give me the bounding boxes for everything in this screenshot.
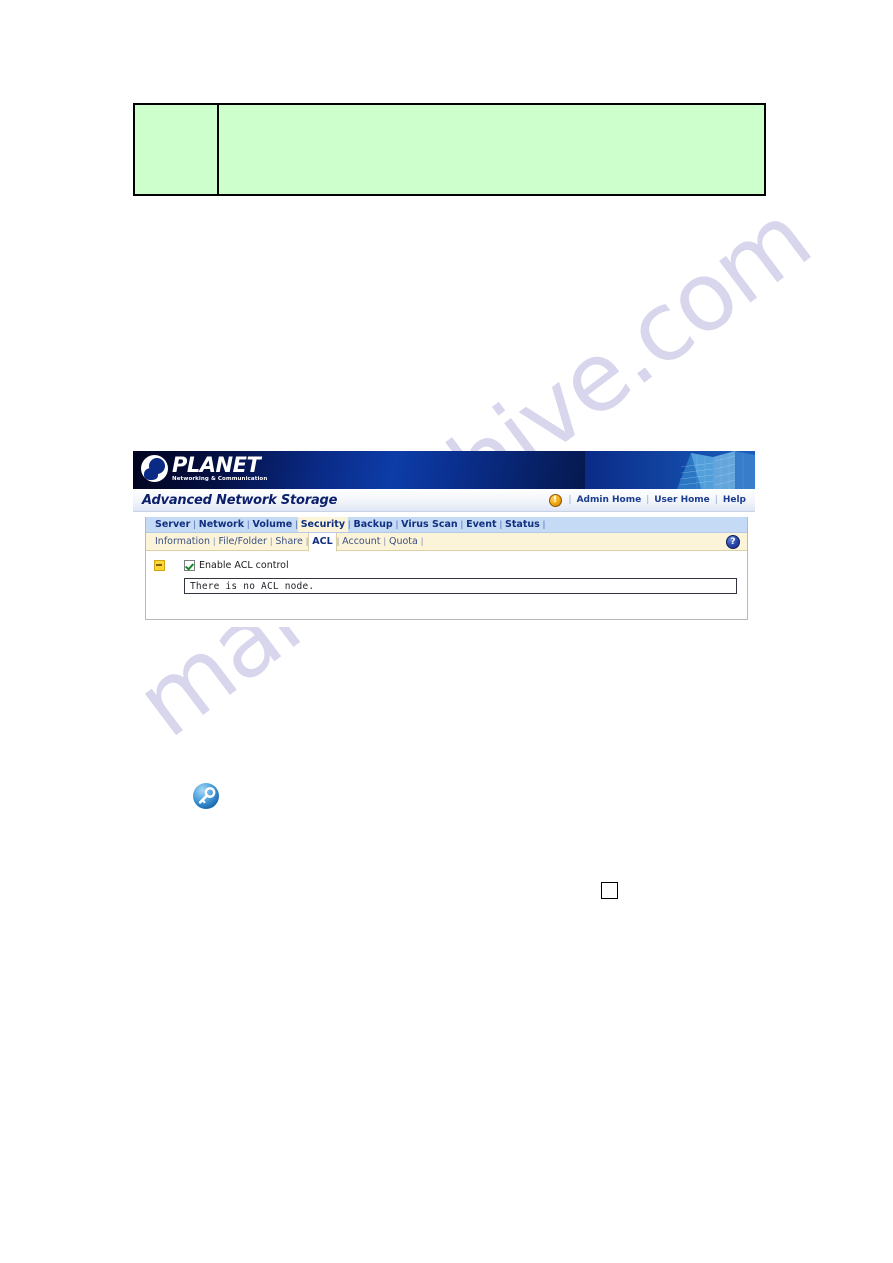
app-subheader: Advanced Network Storage | Admin Home | … [133,489,755,512]
acl-node-message: There is no ACL node. [190,580,315,592]
tab-volume[interactable]: Volume [249,517,295,532]
enable-acl-row: Enable ACL control [154,560,747,571]
tab-status[interactable]: Status [502,517,543,532]
acl-node-list[interactable]: There is no ACL node. [184,578,737,594]
logo-wordmark: PLANET [172,453,261,477]
tab-acl[interactable]: ACL [308,532,337,552]
secondary-tab-bar: Information | File/Folder | Share | ACL … [146,532,747,552]
tab-information[interactable]: Information [152,533,213,550]
brand-banner: PLANET Networking & Communication [133,451,755,489]
yellow-arrow-bullet-icon [154,560,165,571]
embedded-screenshot: PLANET Networking & Communication Advanc… [133,451,755,627]
subheader-links: | Admin Home | User Home | Help [548,493,746,507]
tab-backup[interactable]: Backup [351,517,396,532]
note-cell-left [135,105,219,194]
skyscraper-graphic [585,451,755,489]
tab-server[interactable]: Server [152,517,193,532]
planet-logo: PLANET Networking & Communication [141,454,267,483]
tab-virus-scan[interactable]: Virus Scan [398,517,461,532]
screenshot-body: Server | Network | Volume | Security | B… [133,512,755,627]
link-separator-2: | [646,495,650,505]
settings-panel: Server | Network | Volume | Security | B… [145,517,748,620]
logo-tagline: Networking & Communication [172,476,268,482]
help-question-icon[interactable] [726,535,740,549]
tab-network[interactable]: Network [196,517,247,532]
link-separator-3: | [714,495,718,505]
primary-tab-bar: Server | Network | Volume | Security | B… [146,517,747,533]
secondary-tab-separator: | [420,536,424,547]
page-watermark: manualshive.com [117,184,830,930]
note-cell-right [219,105,764,194]
alert-exclamation-icon[interactable] [548,493,562,507]
tab-account[interactable]: Account [339,533,383,550]
link-separator-1: | [568,495,572,505]
enable-acl-checkbox[interactable] [184,560,195,571]
planet-globe-icon [141,455,168,482]
primary-tab-separator: | [542,519,546,530]
tab-quota[interactable]: Quota [386,533,421,550]
tab-file-folder[interactable]: File/Folder [215,533,269,550]
empty-checkbox-square[interactable] [601,882,618,899]
blue-key-icon [193,783,219,809]
tab-security[interactable]: Security [297,517,349,532]
tab-share[interactable]: Share [272,533,305,550]
admin-home-link[interactable]: Admin Home [577,495,642,505]
page-title: Advanced Network Storage [142,492,338,508]
acl-content: Enable ACL control There is no ACL node. [146,551,747,594]
tab-event[interactable]: Event [463,517,499,532]
user-home-link[interactable]: User Home [654,495,710,505]
enable-acl-label: Enable ACL control [199,560,289,571]
note-callout-table [133,103,766,196]
help-link[interactable]: Help [723,495,746,505]
